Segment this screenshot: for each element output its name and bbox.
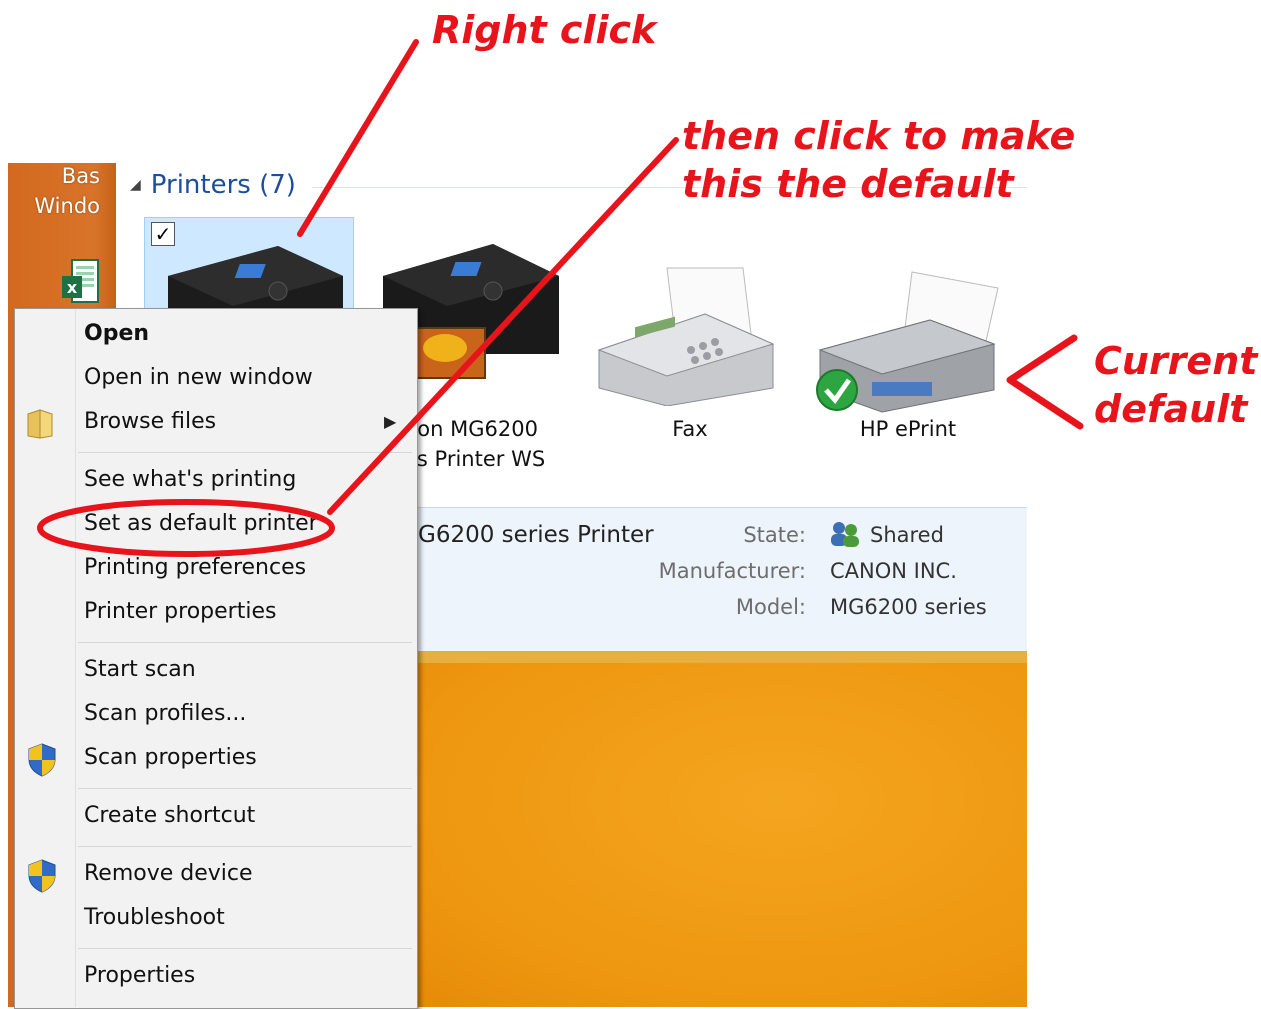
default-check-icon	[816, 369, 858, 411]
device-2-label-2: es Printer WS	[404, 447, 546, 471]
menu-gutter-line	[75, 310, 76, 1007]
menu-item-remove-device[interactable]: Remove device	[84, 861, 253, 886]
menu-separator	[78, 642, 412, 643]
hp-eprint-icon[interactable]	[812, 270, 1002, 419]
menu-item-troubleshoot[interactable]: Troubleshoot	[84, 905, 225, 930]
menu-item-scan-properties[interactable]: Scan properties	[84, 745, 257, 770]
shared-users-icon	[828, 520, 862, 548]
annotation-right-click: Right click	[432, 8, 657, 52]
submenu-arrow-icon: ▶	[384, 412, 397, 431]
details-state-value: Shared	[870, 523, 944, 547]
menu-item-properties[interactable]: Properties	[84, 963, 195, 988]
collapse-triangle-icon[interactable]: ◢	[130, 177, 141, 193]
fax-label: Fax	[672, 417, 708, 441]
menu-separator	[78, 846, 412, 847]
menu-item-open-new-window[interactable]: Open in new window	[84, 365, 313, 390]
menu-item-open[interactable]: Open	[84, 321, 149, 346]
annotation-then-click-line2: this the default	[682, 162, 1014, 206]
device-2-label-1: non MG6200	[404, 417, 538, 441]
uac-shield-icon	[27, 859, 57, 893]
annotation-current-default-line2: default	[1094, 387, 1248, 431]
menu-separator	[78, 788, 412, 789]
desktop-strip-text-2: Windo	[34, 194, 100, 218]
menu-item-scan-profiles[interactable]: Scan profiles...	[84, 701, 246, 726]
menu-item-create-shortcut[interactable]: Create shortcut	[84, 803, 255, 828]
menu-item-start-scan[interactable]: Start scan	[84, 657, 196, 682]
excel-icon[interactable]: x	[62, 258, 100, 304]
desktop-strip-text-1: Bas	[61, 164, 100, 188]
menu-item-set-default-printer[interactable]: Set as default printer	[84, 511, 318, 536]
desktop-background	[404, 663, 1027, 1007]
menu-item-browse-files[interactable]: Browse files	[84, 409, 216, 434]
details-model-label: Model:	[735, 595, 806, 619]
fax-icon[interactable]	[595, 266, 777, 410]
details-state-label: State:	[743, 523, 806, 547]
svg-text:x: x	[67, 278, 78, 297]
details-pane-bottom-border	[404, 651, 1027, 663]
hp-eprint-label: HP ePrint	[859, 417, 957, 441]
annotation-current-default-line1: Current	[1094, 339, 1258, 383]
folder-icon	[26, 408, 54, 440]
menu-item-printing-preferences[interactable]: Printing preferences	[84, 555, 306, 580]
menu-separator	[78, 948, 412, 949]
printers-group-header[interactable]: ◢ Printers (7)	[130, 170, 296, 200]
details-model-value: MG6200 series	[830, 595, 987, 619]
printers-group-title: Printers (7)	[150, 170, 296, 200]
annotation-then-click-line1: then click to make	[682, 114, 1076, 158]
menu-item-printer-properties[interactable]: Printer properties	[84, 599, 276, 624]
menu-separator	[78, 452, 412, 453]
details-manufacturer-label: Manufacturer:	[658, 559, 806, 583]
uac-shield-icon	[27, 743, 57, 777]
details-manufacturer-value: CANON INC.	[830, 559, 957, 583]
menu-item-see-whats-printing[interactable]: See what's printing	[84, 467, 296, 492]
